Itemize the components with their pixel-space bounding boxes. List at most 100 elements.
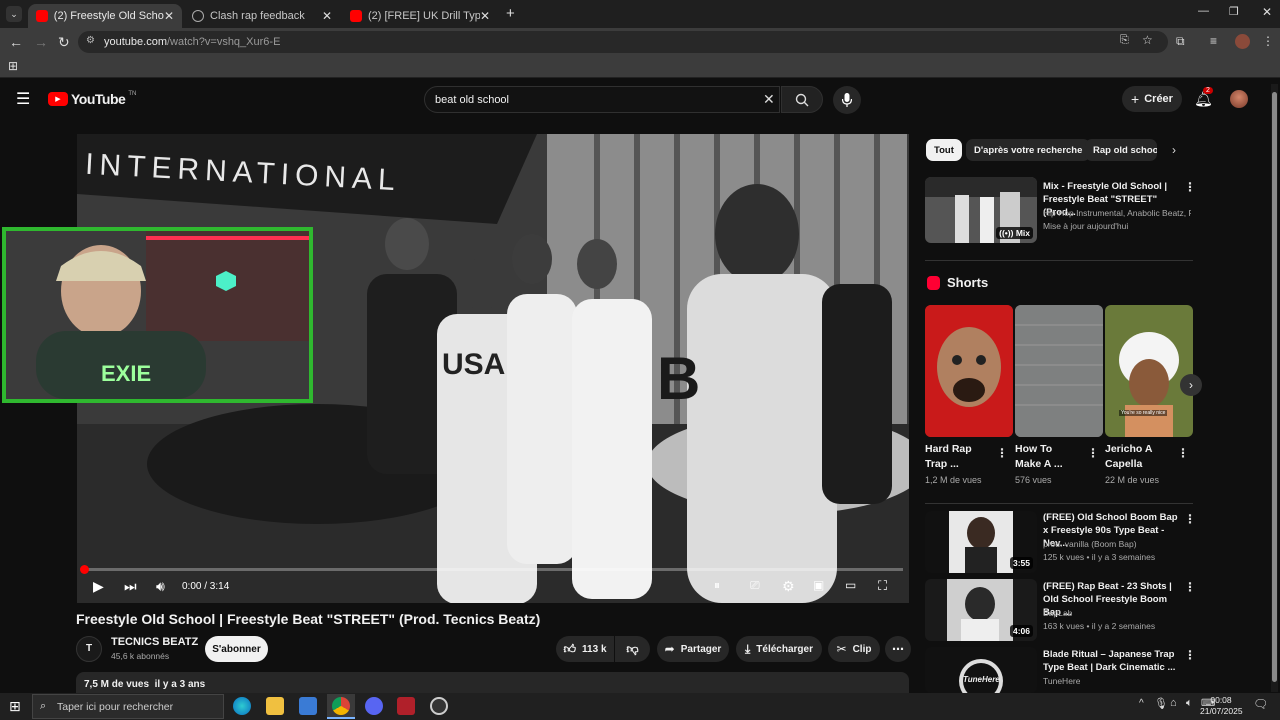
- close-icon[interactable]: ✕: [322, 9, 332, 23]
- video-channel[interactable]: BapLab: [1043, 607, 1072, 620]
- close-icon[interactable]: ✕: [480, 9, 490, 23]
- video-meta: 125 k vues • il y a 3 semaines: [1043, 552, 1156, 562]
- profile-avatar[interactable]: [1235, 34, 1250, 49]
- more-vert-icon[interactable]: ⋮: [1184, 648, 1196, 662]
- video-channel[interactable]: prod. vanilla (Boom Bap): [1043, 538, 1137, 551]
- chip-rap-old-school[interactable]: Rap old school: [1085, 139, 1157, 161]
- next-icon[interactable]: ⏭: [124, 578, 137, 595]
- taskbar-search-input[interactable]: ⌕ Taper ici pour rechercher: [32, 694, 224, 719]
- microphone-tray-icon[interactable]: 🎙︎: [1154, 697, 1168, 710]
- thumbs-up-icon: 👍︎: [563, 641, 577, 656]
- video-title[interactable]: Blade Ritual – Japanese Trap Type Beat |…: [1043, 648, 1178, 674]
- clip-button[interactable]: ✂ Clip: [828, 636, 880, 662]
- video-thumbnail[interactable]: TuneHere: [925, 647, 1037, 693]
- fullscreen-icon[interactable]: ⛶: [878, 578, 887, 594]
- short-thumbnail[interactable]: [925, 305, 1013, 437]
- create-button[interactable]: + Créer: [1122, 86, 1182, 112]
- short-title[interactable]: Jericho A Capella: [1105, 442, 1167, 472]
- notifications-button[interactable]: 🔔︎ 2: [1194, 87, 1213, 109]
- bookmark-star-icon[interactable]: ☆: [1142, 33, 1153, 47]
- store-icon[interactable]: [299, 697, 317, 715]
- tab-uk-drill[interactable]: (2) [FREE] UK Drill Type Beat x I ✕: [342, 4, 498, 28]
- media-icon[interactable]: ≡: [1210, 34, 1217, 48]
- mix-thumbnail[interactable]: ((•)) Mix: [925, 177, 1037, 243]
- back-icon[interactable]: ←: [9, 34, 23, 50]
- tray-chevron-icon[interactable]: ^: [1139, 698, 1144, 709]
- recording-app-icon[interactable]: [397, 697, 415, 715]
- obs-icon[interactable]: [430, 697, 448, 715]
- youtube-header: ☰ ▶ YouTube TN beat old school ✕ + Créer…: [0, 80, 1270, 118]
- shorts-next-button[interactable]: ›: [1180, 374, 1202, 396]
- like-button[interactable]: 👍︎ 113 k: [556, 636, 614, 662]
- tab-clash[interactable]: Clash rap feedback ✕: [184, 4, 340, 28]
- extensions-icon[interactable]: ⧉: [1176, 34, 1185, 49]
- more-vert-icon[interactable]: ⋮: [1184, 580, 1196, 594]
- autoplay-toggle[interactable]: ⏸: [714, 578, 720, 593]
- edge-icon[interactable]: [233, 697, 251, 715]
- hamburger-icon[interactable]: ☰: [16, 89, 30, 109]
- video-thumbnail[interactable]: 3:55: [925, 511, 1037, 573]
- speaker-icon[interactable]: 🔈︎: [1186, 697, 1193, 710]
- close-icon[interactable]: ✕: [164, 9, 174, 23]
- reload-icon[interactable]: ↻: [58, 34, 70, 51]
- minimize-icon[interactable]: —: [1198, 5, 1209, 17]
- youtube-logo[interactable]: ▶ YouTube TN: [48, 91, 136, 107]
- search-input[interactable]: beat old school ✕: [424, 86, 780, 113]
- video-thumbnail[interactable]: 4:06: [925, 579, 1037, 641]
- subscribe-button[interactable]: S'abonner: [205, 636, 268, 662]
- dislike-button[interactable]: 👎︎: [615, 636, 650, 662]
- discord-icon[interactable]: [365, 697, 383, 715]
- scrollbar-thumb[interactable]: [1272, 92, 1277, 682]
- page-scrollbar[interactable]: [1271, 84, 1278, 692]
- menu-icon[interactable]: ⋮: [1262, 34, 1274, 48]
- volume-icon[interactable]: 🔊︎: [156, 578, 165, 595]
- download-button[interactable]: ⤓ Télécharger: [736, 636, 822, 662]
- file-explorer-icon[interactable]: [266, 697, 284, 715]
- start-windows-icon[interactable]: ⊞: [9, 698, 21, 715]
- short-thumbnail[interactable]: [1015, 305, 1103, 437]
- progress-bar[interactable]: [80, 565, 903, 574]
- voice-search-button[interactable]: [833, 86, 861, 114]
- network-icon[interactable]: ⌂: [1170, 697, 1177, 709]
- progress-scrubber[interactable]: [80, 565, 89, 574]
- theater-mode-icon[interactable]: ▭: [845, 578, 856, 592]
- forward-icon[interactable]: →: [34, 34, 48, 50]
- play-icon[interactable]: ▶: [93, 578, 104, 595]
- account-avatar[interactable]: [1230, 90, 1248, 108]
- site-info-icon[interactable]: ⚙: [86, 35, 95, 46]
- install-icon[interactable]: ⎘: [1120, 34, 1129, 47]
- chrome-icon[interactable]: [332, 697, 350, 715]
- taskbar-clock[interactable]: 00:08 21/07/2025: [1200, 695, 1243, 717]
- chevron-right-icon[interactable]: ›: [1172, 143, 1176, 157]
- notification-center-icon[interactable]: 🗨︎: [1253, 697, 1268, 711]
- chip-from-search[interactable]: D'après votre recherche: [966, 139, 1091, 161]
- settings-gear-icon[interactable]: ⚙: [782, 578, 795, 595]
- channel-avatar[interactable]: T: [76, 636, 102, 662]
- short-thumbnail[interactable]: You're so really nice: [1105, 305, 1193, 437]
- apps-grid-icon[interactable]: ⊞: [8, 59, 18, 73]
- more-vert-icon[interactable]: ⋮: [1184, 512, 1196, 526]
- channel-name[interactable]: TECNICS BEATZ: [111, 636, 198, 648]
- svg-text:EXIE: EXIE: [101, 361, 151, 386]
- search-button[interactable]: [781, 86, 823, 113]
- subtitles-icon[interactable]: ⎚: [750, 578, 760, 593]
- video-channel[interactable]: TuneHere: [1043, 675, 1080, 688]
- short-title[interactable]: Hard Rap Trap ...: [925, 442, 987, 472]
- miniplayer-icon[interactable]: ▣: [813, 578, 824, 592]
- more-vert-icon[interactable]: ⋮: [1087, 446, 1099, 460]
- new-tab-button[interactable]: +: [506, 5, 515, 22]
- clear-search-icon[interactable]: ✕: [763, 91, 775, 108]
- more-vert-icon[interactable]: ⋮: [996, 446, 1008, 460]
- more-vert-icon[interactable]: ⋮: [1177, 446, 1189, 460]
- youtube-play-icon: ▶: [48, 92, 68, 106]
- more-vert-icon[interactable]: ⋮: [1184, 180, 1196, 194]
- short-title[interactable]: How To Make A ...: [1015, 442, 1077, 472]
- tab-freestyle[interactable]: (2) Freestyle Old School | Freest ✕: [28, 4, 182, 28]
- tab-search-button[interactable]: ⌄: [6, 6, 22, 22]
- more-actions-button[interactable]: ⋯: [885, 636, 911, 662]
- window-close-icon[interactable]: ✕: [1262, 5, 1272, 19]
- share-button[interactable]: ➦ Partager: [657, 636, 729, 662]
- restore-icon[interactable]: ❐: [1229, 5, 1239, 18]
- chip-all[interactable]: Tout: [926, 139, 962, 161]
- url-bar[interactable]: ⚙ youtube.com/watch?v=vshq_Xur6-E ⎘ ☆: [78, 31, 1168, 53]
